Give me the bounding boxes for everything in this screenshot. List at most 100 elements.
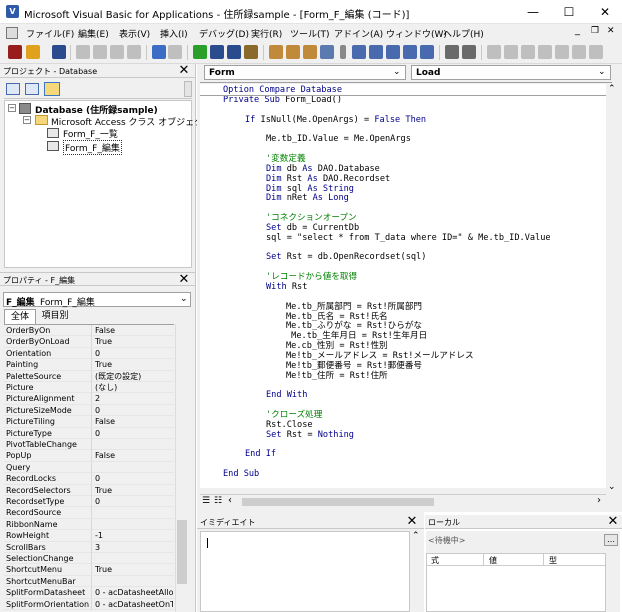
property-value[interactable]: 0 - acDatasheetAllo bbox=[95, 587, 173, 598]
code-line[interactable]: Private Sub Form_Load() bbox=[223, 95, 342, 105]
code-line[interactable]: Me!tb_メールアドレス = Rst!メールアドレス bbox=[286, 351, 474, 361]
properties-pane-close-icon[interactable]: ✕ bbox=[177, 273, 191, 286]
scroll-left-icon[interactable]: ‹ bbox=[228, 495, 232, 506]
code-line[interactable]: Dim db As DAO.Database bbox=[266, 164, 380, 174]
property-row[interactable]: ShortcutMenu True bbox=[4, 564, 174, 576]
code-line[interactable]: End If bbox=[245, 449, 276, 459]
property-value[interactable]: False bbox=[95, 325, 173, 336]
paste-icon[interactable] bbox=[110, 45, 124, 59]
property-row[interactable]: PictureType 0 bbox=[4, 427, 174, 439]
property-row[interactable]: RecordSource bbox=[4, 507, 174, 519]
property-value[interactable] bbox=[95, 439, 173, 450]
code-line[interactable]: 'コネクションオープン bbox=[266, 213, 357, 223]
project-pane-scroll-icon[interactable] bbox=[184, 81, 192, 97]
property-value[interactable]: -1 bbox=[95, 530, 173, 541]
call-stack-button[interactable]: … bbox=[604, 534, 618, 546]
menu-window[interactable]: ウィンドウ(W) bbox=[386, 27, 447, 40]
property-row[interactable]: RecordsetType 0 bbox=[4, 496, 174, 508]
property-row[interactable]: RowHeight -1 bbox=[4, 530, 174, 542]
save-icon[interactable] bbox=[52, 45, 66, 59]
property-value[interactable]: True bbox=[95, 359, 173, 370]
code-line[interactable]: End Sub bbox=[223, 469, 259, 479]
code-line[interactable]: Set db = CurrentDb bbox=[266, 223, 359, 233]
toggle-breakpoint-icon[interactable] bbox=[487, 45, 501, 59]
module-view-icon[interactable]: ☷ bbox=[214, 496, 222, 506]
redo-icon[interactable] bbox=[168, 45, 182, 59]
immediate-scrollbar[interactable]: ⌃ bbox=[410, 531, 423, 612]
menu-run[interactable]: 実行(R) bbox=[251, 27, 282, 40]
property-value[interactable]: 0 bbox=[95, 428, 173, 439]
code-hscroll-thumb[interactable] bbox=[242, 498, 434, 506]
quick-info-icon[interactable] bbox=[386, 45, 400, 59]
code-line[interactable]: Me.tb_生年月日 = Rst!生年月日 bbox=[286, 331, 427, 341]
object-selector[interactable]: F_編集 Form_F_編集 ⌄ bbox=[3, 292, 191, 308]
code-line[interactable]: 'クローズ処理 bbox=[266, 410, 322, 420]
locals-col-value[interactable]: 値 bbox=[489, 555, 497, 566]
copy-icon[interactable] bbox=[93, 45, 107, 59]
parameter-info-icon[interactable] bbox=[403, 45, 417, 59]
property-row[interactable]: Painting True bbox=[4, 359, 174, 371]
code-line[interactable]: sql = "select * from T_data where ID=" &… bbox=[266, 233, 551, 243]
property-row[interactable]: Picture (なし) bbox=[4, 382, 174, 394]
property-value[interactable] bbox=[95, 553, 173, 564]
break-icon[interactable] bbox=[210, 45, 224, 59]
property-value[interactable] bbox=[95, 507, 173, 518]
menu-edit[interactable]: 編集(E) bbox=[78, 27, 109, 40]
code-line[interactable]: Dim nRet As Long bbox=[266, 193, 349, 203]
reset-icon[interactable] bbox=[227, 45, 241, 59]
menu-insert[interactable]: 挿入(I) bbox=[160, 27, 188, 40]
toggle-folders-icon[interactable] bbox=[44, 82, 60, 96]
properties-scrollbar[interactable] bbox=[175, 324, 188, 612]
property-row[interactable]: PaletteSource (既定の設定) bbox=[4, 370, 174, 382]
code-editor[interactable]: Option Compare Database Private Sub Form_… bbox=[200, 84, 610, 488]
property-value[interactable]: 0 bbox=[95, 405, 173, 416]
immediate-input[interactable] bbox=[200, 531, 410, 612]
find-icon[interactable] bbox=[127, 45, 141, 59]
complete-word-icon[interactable] bbox=[420, 45, 434, 59]
project-pane-close-icon[interactable]: ✕ bbox=[177, 64, 191, 77]
child-close-button[interactable]: ✕ bbox=[607, 26, 615, 36]
property-value[interactable] bbox=[95, 576, 173, 587]
menu-help[interactable]: ヘルプ(H) bbox=[443, 27, 484, 40]
property-value[interactable]: 0 - acDatasheetOnT bbox=[95, 599, 173, 610]
minimize-button[interactable]: — bbox=[516, 0, 550, 24]
design-mode-icon[interactable] bbox=[244, 45, 258, 59]
property-value[interactable] bbox=[95, 519, 173, 530]
code-line[interactable]: If IsNull(Me.OpenArgs) = False Then bbox=[245, 115, 426, 125]
property-row[interactable]: SplitFormDatasheet 0 - acDatasheetAllo bbox=[4, 587, 174, 599]
chevron-down-icon[interactable]: ⌄ bbox=[598, 67, 606, 77]
locals-col-expression[interactable]: 式 bbox=[431, 555, 439, 566]
cut-icon[interactable] bbox=[76, 45, 90, 59]
scroll-up-icon[interactable]: ⌃ bbox=[608, 84, 616, 94]
property-row[interactable]: PictureSizeMode 0 bbox=[4, 404, 174, 417]
object-browser-icon[interactable] bbox=[303, 45, 317, 59]
code-line[interactable]: Me!tb_郵便番号 = Rst!郵便番号 bbox=[286, 361, 422, 371]
code-horizontal-scrollbar[interactable]: ☰ ☷ ‹ › bbox=[200, 494, 606, 508]
run-icon[interactable] bbox=[193, 45, 207, 59]
property-value[interactable]: 0 bbox=[95, 473, 173, 484]
code-line[interactable]: Dim sql As String bbox=[266, 184, 354, 194]
tree-collapse-icon[interactable]: − bbox=[23, 116, 31, 124]
property-value[interactable] bbox=[95, 462, 173, 473]
insert-userform-icon[interactable] bbox=[26, 45, 40, 59]
property-row[interactable]: ShortcutMenuBar bbox=[4, 575, 174, 588]
code-line[interactable]: '変数定義 bbox=[266, 154, 306, 164]
property-value[interactable]: 0 bbox=[95, 496, 173, 507]
tab-categorized[interactable]: 項目別 bbox=[37, 310, 73, 324]
edit-list-properties-icon[interactable] bbox=[352, 45, 366, 59]
menu-addins[interactable]: アドイン(A) bbox=[334, 27, 383, 40]
menu-file[interactable]: ファイル(F) bbox=[26, 27, 74, 40]
property-row[interactable]: RecordLocks 0 bbox=[4, 473, 174, 485]
code-line[interactable]: Me.tb_ID.Value = Me.OpenArgs bbox=[266, 134, 411, 144]
immediate-pane-close-icon[interactable]: ✕ bbox=[405, 515, 419, 528]
property-row[interactable]: RecordSelectors True bbox=[4, 484, 174, 496]
procedure-view-icon[interactable]: ☰ bbox=[202, 496, 210, 506]
chevron-down-icon[interactable]: ⌄ bbox=[180, 294, 188, 304]
property-value[interactable]: 3 bbox=[95, 542, 173, 553]
property-row[interactable]: OrderByOnLoad True bbox=[4, 336, 174, 348]
code-line[interactable]: Me!tb_住所 = Rst!住所 bbox=[286, 371, 388, 381]
locals-pane-close-icon[interactable]: ✕ bbox=[606, 515, 620, 528]
view-access-icon[interactable] bbox=[8, 45, 22, 59]
code-line[interactable]: With Rst bbox=[266, 282, 307, 292]
code-line[interactable]: Dim Rst As DAO.Recordset bbox=[266, 174, 390, 184]
